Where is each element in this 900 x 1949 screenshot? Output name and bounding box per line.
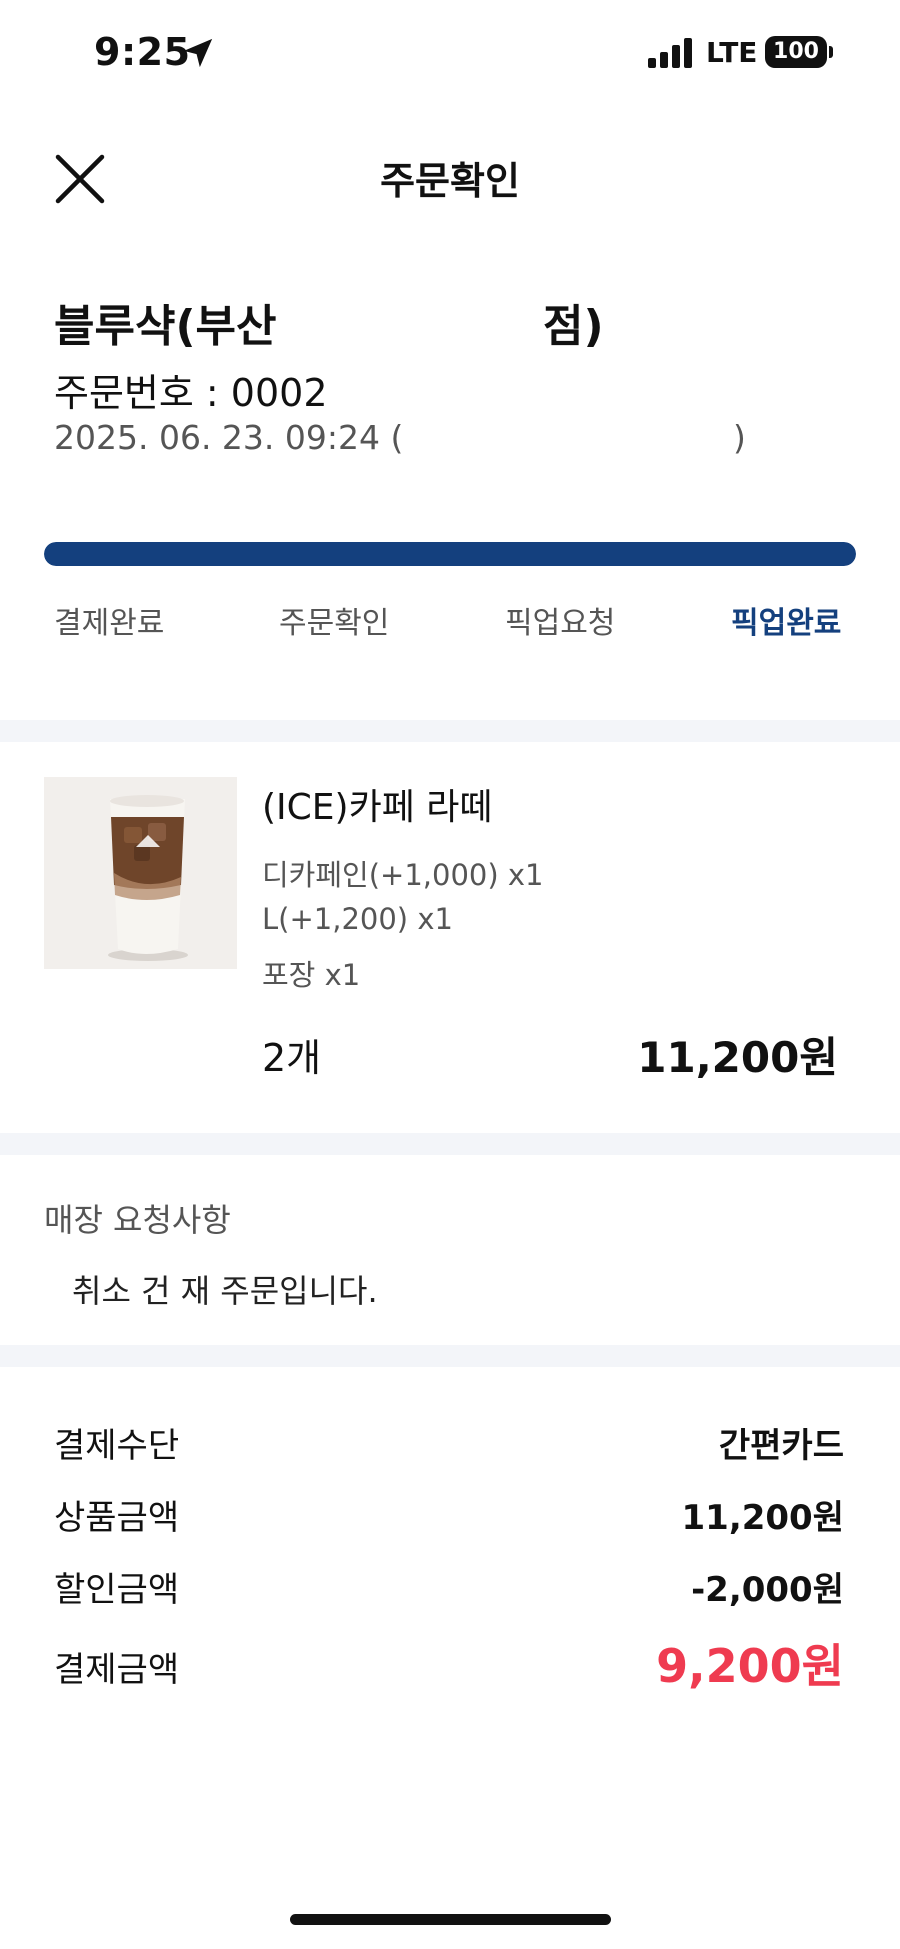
discount-amount-label: 할인금액 (54, 1570, 180, 1610)
section-divider (0, 1345, 900, 1367)
payment-method-value: 간편카드 (718, 1426, 844, 1466)
step-payment-complete: 결제완료 (54, 606, 165, 641)
store-request-text: 취소 건 재 주문입니다. (72, 1272, 378, 1310)
product-option: L(+1,200) x1 (262, 902, 453, 936)
product-image (44, 777, 237, 969)
battery-tip (829, 46, 833, 58)
product-option: 디카페인(+1,000) x1 (262, 858, 544, 892)
store-name-suffix: 점) (543, 301, 604, 352)
product-price: 11,200원 (637, 1033, 838, 1082)
product-option: 포장 x1 (262, 958, 361, 992)
home-indicator (290, 1914, 611, 1925)
status-time: 9:25 (94, 30, 191, 74)
order-progress-bar (44, 542, 856, 566)
store-name: 블루샥(부산 (54, 301, 277, 352)
total-amount-label: 결제금액 (54, 1650, 180, 1690)
network-type: LTE (706, 36, 758, 69)
total-amount-value: 9,200원 (656, 1639, 844, 1693)
section-divider (0, 1133, 900, 1155)
store-request-label: 매장 요청사항 (44, 1201, 231, 1239)
location-arrow-icon (183, 38, 213, 68)
product-name: (ICE)카페 라떼 (262, 787, 493, 828)
product-amount-label: 상품금액 (54, 1498, 180, 1538)
order-progress-fill (44, 542, 856, 566)
step-pickup-requested: 픽업요청 (505, 606, 616, 641)
discount-amount-value: -2,000원 (691, 1570, 844, 1610)
order-datetime-close: ) (733, 418, 746, 457)
step-pickup-complete: 픽업완료 (731, 606, 842, 641)
page-title: 주문확인 (380, 159, 520, 203)
order-number: 주문번호 : 0002 (54, 371, 328, 415)
iced-latte-cup-image (44, 777, 237, 969)
cellular-signal-icon (648, 38, 692, 68)
battery-icon: 100 (765, 36, 827, 68)
section-divider (0, 720, 900, 742)
payment-method-label: 결제수단 (54, 1426, 180, 1466)
product-quantity: 2개 (262, 1036, 322, 1080)
product-amount-value: 11,200원 (681, 1498, 844, 1538)
order-confirmation-screen: 9:25 LTE 100 주문확인 블루샥(부산 점) 주문번호 : 0002 … (0, 0, 900, 1949)
step-order-confirmed: 주문확인 (279, 606, 390, 641)
order-datetime: 2025. 06. 23. 09:24 ( (54, 418, 404, 457)
